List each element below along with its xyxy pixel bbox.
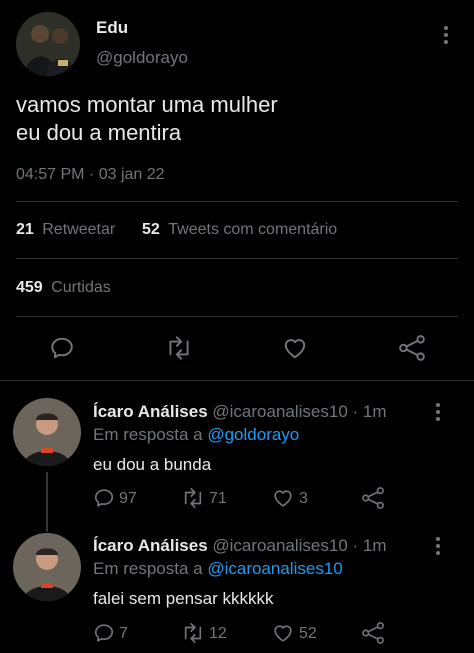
retweet-count: 71 bbox=[209, 490, 227, 507]
share-icon[interactable] bbox=[361, 487, 385, 509]
reply-context-prefix: Em resposta a bbox=[93, 425, 203, 444]
reply-author-handle[interactable]: @icaroanalises10 bbox=[212, 536, 347, 555]
reply-icon[interactable] bbox=[93, 487, 115, 509]
reply-author-name[interactable]: Ícaro Análises bbox=[93, 536, 208, 555]
more-icon[interactable] bbox=[438, 24, 454, 46]
reply-avatar[interactable] bbox=[13, 398, 81, 466]
retweet-icon[interactable] bbox=[180, 622, 206, 644]
share-icon[interactable] bbox=[361, 622, 385, 644]
like-stat[interactable]: 459 Curtidas bbox=[16, 279, 111, 297]
reply-icon[interactable] bbox=[49, 335, 75, 361]
reply-header: Ícaro Análises @icaroanalises10 · 1m bbox=[93, 536, 387, 556]
reply-author-handle[interactable]: @icaroanalises10 bbox=[212, 402, 347, 421]
reply-context: Em resposta a @icaroanalises10 bbox=[93, 559, 343, 579]
section-divider bbox=[0, 380, 474, 381]
like-count: 459 bbox=[16, 279, 43, 296]
reply-time[interactable]: · 1m bbox=[353, 536, 387, 555]
reply-text: falei sem pensar kkkkkk bbox=[93, 589, 274, 608]
tweet-text-line-1: vamos montar uma mulher bbox=[16, 92, 278, 117]
author-name[interactable]: Edu bbox=[96, 18, 128, 38]
retweet-stat[interactable]: 21 Retweetar bbox=[16, 221, 115, 239]
reply-time[interactable]: · 1m bbox=[353, 402, 387, 421]
reply-context-mention[interactable]: @goldorayo bbox=[207, 425, 299, 444]
reply-count: 97 bbox=[119, 490, 137, 507]
retweet-icon[interactable] bbox=[164, 335, 194, 361]
tweet-timestamp[interactable]: 04:57 PM · 03 jan 22 bbox=[16, 166, 165, 184]
divider-1 bbox=[16, 201, 458, 202]
quote-stat[interactable]: 52 Tweets com comentário bbox=[142, 221, 337, 239]
reply-text: eu dou a bunda bbox=[93, 455, 212, 474]
reply-icon[interactable] bbox=[93, 622, 115, 644]
retweet-count: 21 bbox=[16, 221, 34, 238]
retweet-label: Retweetar bbox=[42, 221, 116, 238]
reply-context-mention[interactable]: @icaroanalises10 bbox=[207, 559, 342, 578]
thread-line bbox=[46, 472, 48, 532]
share-icon[interactable] bbox=[398, 335, 426, 361]
reply-context: Em resposta a @goldorayo bbox=[93, 425, 299, 445]
like-icon[interactable] bbox=[272, 487, 294, 509]
quote-count: 52 bbox=[142, 221, 160, 238]
quote-label: Tweets com comentário bbox=[168, 221, 338, 238]
reply-count: 7 bbox=[119, 625, 128, 642]
retweet-icon[interactable] bbox=[180, 487, 206, 509]
more-icon[interactable] bbox=[430, 535, 446, 557]
reply-context-prefix: Em resposta a bbox=[93, 559, 203, 578]
reply-author-name[interactable]: Ícaro Análises bbox=[93, 402, 208, 421]
like-icon[interactable] bbox=[272, 622, 294, 644]
author-avatar[interactable] bbox=[16, 12, 80, 76]
more-icon[interactable] bbox=[430, 401, 446, 423]
reply-avatar[interactable] bbox=[13, 533, 81, 601]
divider-2 bbox=[16, 258, 458, 259]
like-label: Curtidas bbox=[51, 279, 111, 296]
like-count: 3 bbox=[299, 490, 308, 507]
tweet-text-line-2: eu dou a mentira bbox=[16, 120, 182, 145]
author-handle[interactable]: @goldorayo bbox=[96, 48, 188, 68]
retweet-count: 12 bbox=[209, 625, 227, 642]
reply-header: Ícaro Análises @icaroanalises10 · 1m bbox=[93, 402, 387, 422]
like-icon[interactable] bbox=[282, 335, 308, 361]
divider-3 bbox=[16, 316, 458, 317]
like-count: 52 bbox=[299, 625, 317, 642]
